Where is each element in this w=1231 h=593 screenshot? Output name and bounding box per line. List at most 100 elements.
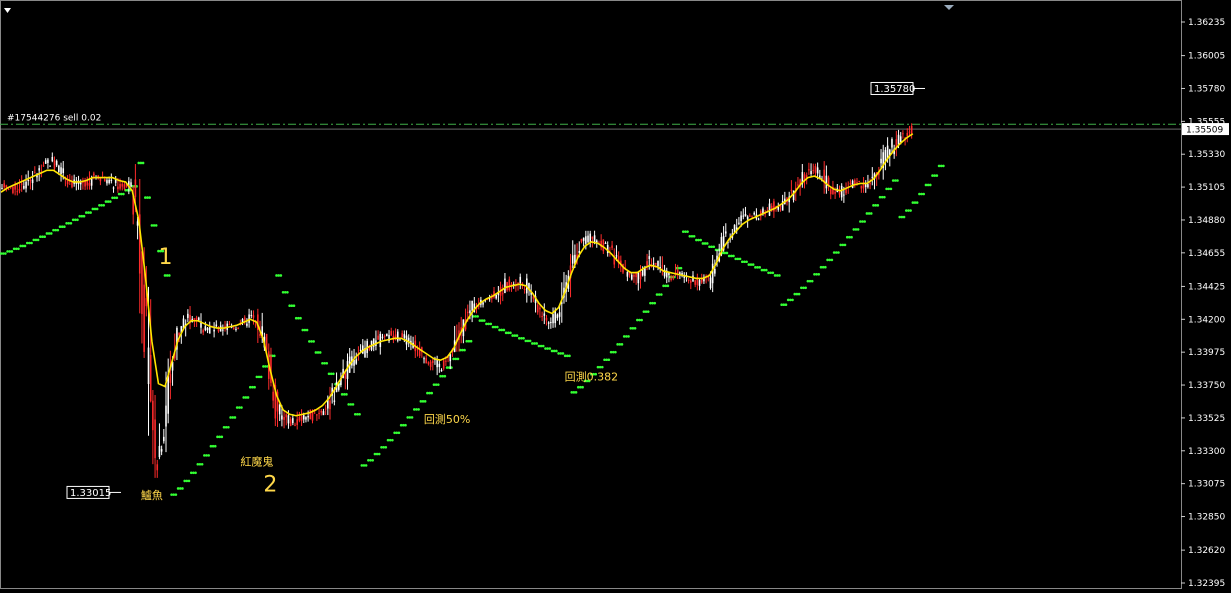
candle-body <box>206 327 209 331</box>
sar-dot <box>36 238 40 242</box>
candle-body <box>187 313 189 318</box>
sar-dot <box>469 339 473 343</box>
candle-body <box>149 354 152 402</box>
candle-body <box>676 269 679 274</box>
sar-dot <box>115 196 119 200</box>
sar-dot <box>764 268 768 272</box>
candle-body <box>823 169 825 182</box>
candle-body <box>163 436 165 442</box>
candle-body <box>672 275 675 278</box>
candle-body <box>359 349 362 351</box>
sar-dot <box>82 214 86 218</box>
candle-body <box>808 169 810 171</box>
sar-dot <box>850 235 853 239</box>
sar-dot <box>187 479 191 483</box>
candle-body <box>655 262 657 265</box>
sar-dot <box>318 351 322 354</box>
candle-body <box>724 231 727 234</box>
candle-body <box>362 345 364 354</box>
sar-dot <box>771 271 775 275</box>
sar-dot <box>843 243 847 247</box>
y-tick-label: 1.34880 <box>1188 216 1225 226</box>
sar-dot <box>869 212 873 215</box>
sar-dot <box>240 406 243 409</box>
candle-body <box>246 323 248 326</box>
y-tick-label: 1.36235 <box>1188 18 1225 28</box>
candle-body <box>156 464 159 471</box>
candle-body <box>709 277 712 288</box>
sar-dot <box>581 385 584 389</box>
sar-dot <box>436 383 440 386</box>
candle-body <box>243 317 246 321</box>
sar-dot <box>830 258 834 262</box>
sar-dot <box>751 263 755 266</box>
candle-body <box>580 238 583 242</box>
y-tick-label: 1.33975 <box>1188 348 1225 358</box>
candle-body <box>383 335 386 337</box>
candle-body <box>845 189 847 194</box>
candle-body <box>495 295 497 299</box>
sar-dot <box>896 179 899 182</box>
candle-body <box>141 251 143 315</box>
chart-annotation: 紅魔鬼 <box>240 454 273 468</box>
sar-dot <box>148 196 151 199</box>
sar-dot <box>548 347 552 350</box>
candle-body <box>814 166 817 173</box>
y-tick-label: 1.32850 <box>1188 513 1225 523</box>
sar-dot <box>660 293 663 296</box>
candle-body <box>431 360 434 363</box>
candle-body <box>322 411 325 416</box>
sar-dot <box>646 310 650 313</box>
candle-body <box>232 327 235 329</box>
candle-body <box>169 374 172 383</box>
sar-dot <box>227 425 230 429</box>
candle-body <box>47 159 49 163</box>
candle-body <box>910 125 913 135</box>
candle-body <box>42 165 45 167</box>
candle-body <box>250 314 253 316</box>
candle-body <box>869 183 871 185</box>
sar-dot <box>305 328 309 332</box>
candle-body <box>840 185 843 198</box>
candle-body <box>536 304 539 313</box>
candle-body <box>130 182 132 187</box>
candle-body <box>902 133 904 135</box>
candle-body <box>403 334 406 338</box>
sar-dot <box>272 354 276 358</box>
order-line-label: #17544276 sell 0.02 <box>7 113 101 123</box>
y-tick-label: 1.32620 <box>1188 546 1225 556</box>
candle-body <box>147 347 150 385</box>
candle-body <box>438 363 441 367</box>
candle-body <box>12 186 14 194</box>
candle-body <box>252 315 255 318</box>
price-chart[interactable]: 1.362351.360051.357801.355551.353301.351… <box>0 0 1231 593</box>
sar-dot <box>259 375 263 379</box>
candle-body <box>106 180 108 184</box>
sar-dot <box>358 412 361 416</box>
candle-body <box>381 336 384 338</box>
sar-dot <box>784 303 788 306</box>
candle-body <box>235 328 237 330</box>
y-tick-label: 1.34655 <box>1188 249 1225 259</box>
sar-dot <box>476 315 479 318</box>
candle-body <box>906 133 909 137</box>
sar-dot <box>502 328 506 332</box>
candle-body <box>554 310 557 324</box>
sar-dot <box>915 201 919 204</box>
candle-body <box>204 326 207 331</box>
y-tick-label: 1.33075 <box>1188 480 1225 490</box>
sar-dot <box>404 423 407 427</box>
sar-dot <box>30 241 33 245</box>
sar-dot <box>364 464 368 467</box>
candle-body <box>585 236 587 244</box>
candle-body <box>644 268 646 276</box>
sar-dot <box>561 352 565 355</box>
sar-dot <box>332 372 335 376</box>
sar-dot <box>63 225 66 229</box>
candle-body <box>757 218 760 220</box>
sar-dot <box>456 357 460 361</box>
candle-body <box>541 316 543 318</box>
sar-dot <box>371 458 374 462</box>
candle-body <box>377 335 379 340</box>
candle-body <box>871 176 874 178</box>
